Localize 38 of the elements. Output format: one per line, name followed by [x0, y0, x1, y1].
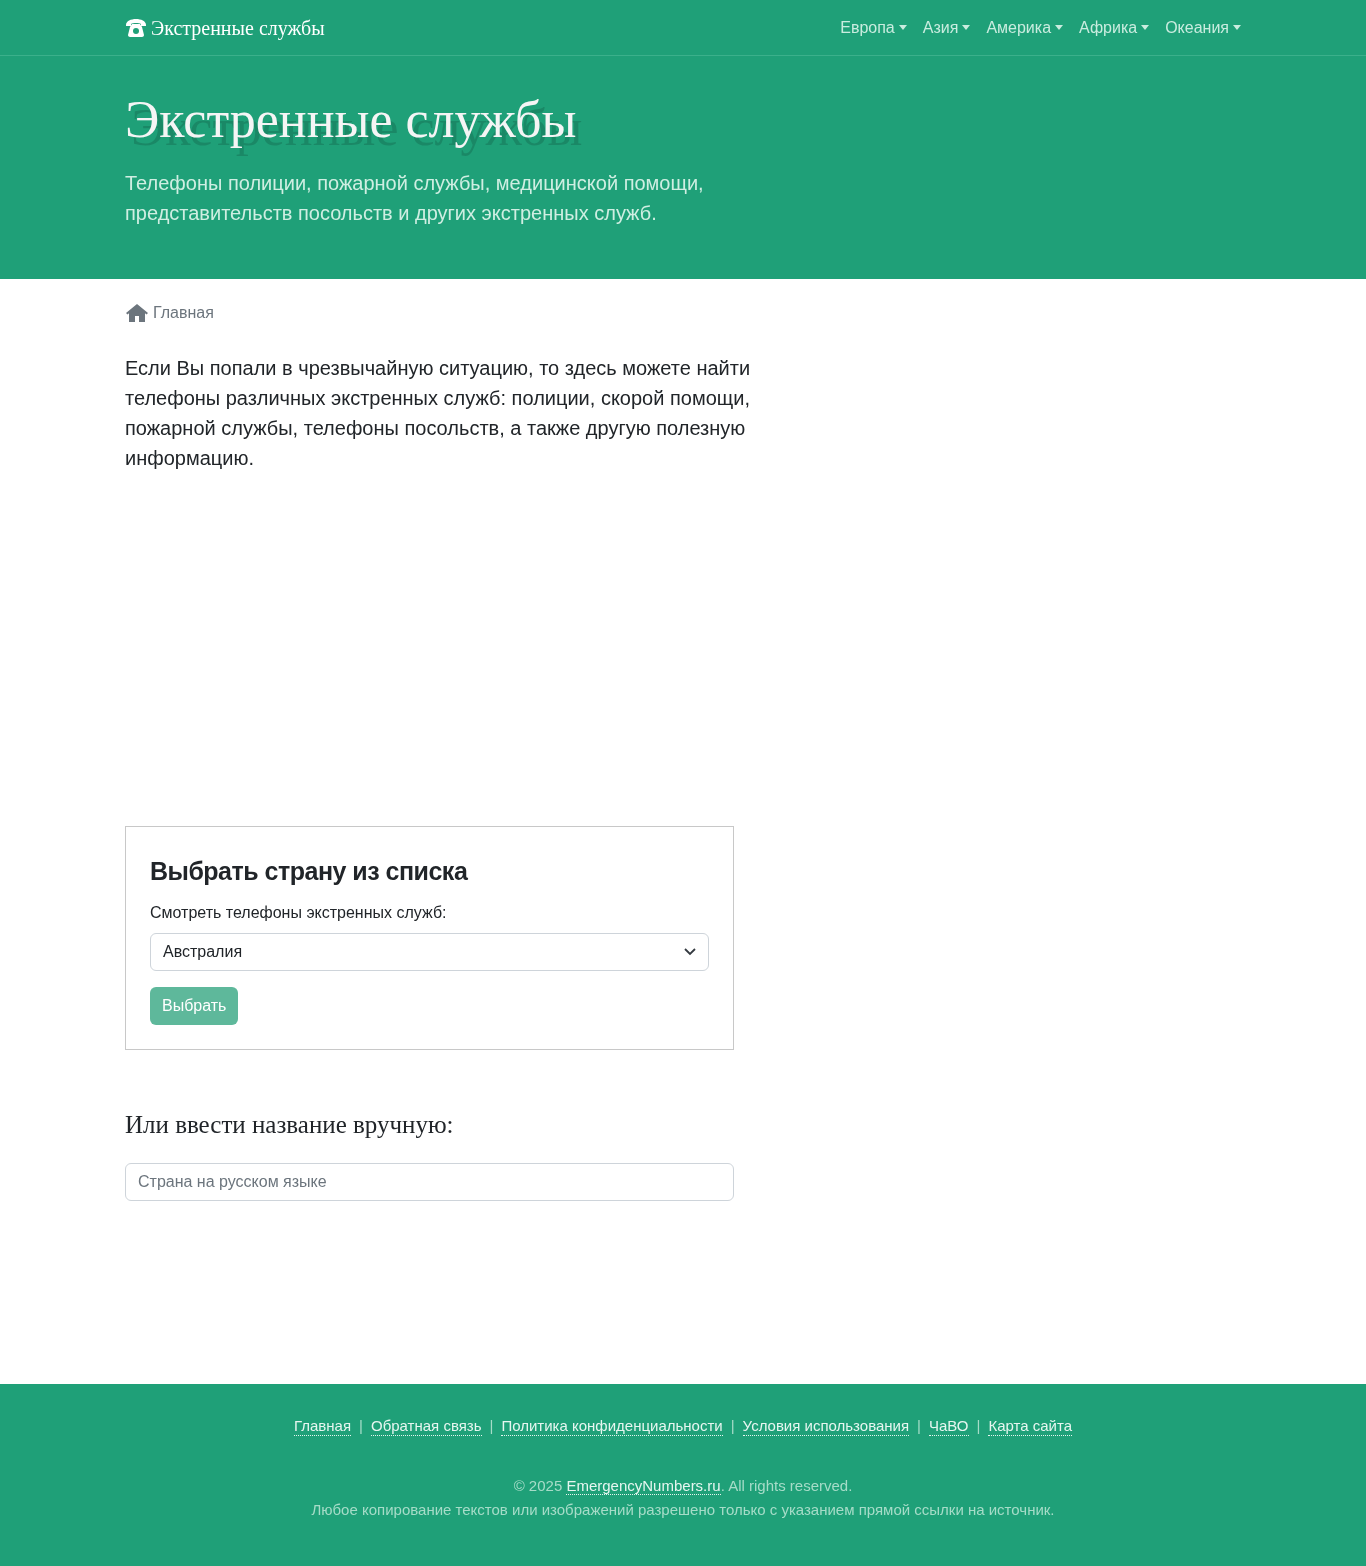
breadcrumb-link[interactable]: Главная — [125, 301, 214, 325]
manual-title: Или ввести название вручную: — [125, 1109, 455, 1140]
caret-icon — [898, 25, 907, 30]
hero-title: Экстренные службы — [125, 90, 577, 150]
select-button[interactable]: Выбрать — [150, 986, 239, 1025]
nav-menu[interactable]: Европа — [840, 15, 907, 40]
separator: | — [359, 1416, 363, 1436]
site-link[interactable]: EmergencyNumbers.ru — [566, 1476, 721, 1495]
copy-notice: Любое копирование текстов или изображений разрешено только с указанием прямой ссылки на источник. — [311, 1500, 1055, 1520]
separator: | — [976, 1416, 981, 1436]
card-title: Выбрать страну из списка — [150, 856, 469, 887]
footer-link[interactable]: Условия использования — [742, 1416, 910, 1436]
caret-icon — [1141, 25, 1150, 30]
intro-text: Если Вы попали в чрезвычайную ситуацию, то здесь можете найти телефоны различных экстренных служб: полиции, скорой помощи, пожарной службы, телефоны посольств, а также другую полезную информацию. — [125, 356, 752, 471]
home-icon — [125, 303, 149, 323]
footer-link[interactable]: Обратная связь — [371, 1416, 482, 1436]
caret-icon — [962, 25, 971, 30]
nav-menu[interactable]: Азия — [922, 15, 971, 40]
separator: | — [730, 1416, 735, 1436]
caret-icon — [1233, 25, 1241, 30]
country-select[interactable]: Австралия — [150, 932, 709, 971]
brand-link[interactable]: Экстренные службы — [125, 12, 325, 43]
footer-link[interactable]: Главная — [294, 1416, 352, 1436]
footer-link[interactable]: Политика конфиденциальности — [501, 1416, 723, 1436]
caret-icon — [1055, 25, 1064, 30]
copyright-text: © 2025 EmergencyNumbers.ru. All rights reserved. — [513, 1475, 853, 1497]
country-input[interactable]: Страна на русском языке — [125, 1163, 734, 1201]
hero-subtitle: Телефоны полиции, пожарной службы, медицинской помощи, представительств посольств и других экстренных служб. — [125, 171, 705, 226]
footer-link[interactable]: ЧаВО — [929, 1416, 969, 1436]
chevron-down-icon — [684, 947, 696, 956]
nav-menu[interactable]: Океания — [1165, 15, 1241, 40]
nav-menu[interactable]: Африка — [1079, 15, 1150, 40]
nav-menu[interactable]: Америка — [986, 15, 1064, 40]
separator: | — [489, 1416, 494, 1436]
select-label: Смотреть телефоны экстренных служб: — [150, 902, 448, 923]
telephone-icon — [125, 17, 147, 38]
footer-link[interactable]: Карта сайта — [988, 1416, 1072, 1436]
separator: | — [917, 1416, 921, 1436]
